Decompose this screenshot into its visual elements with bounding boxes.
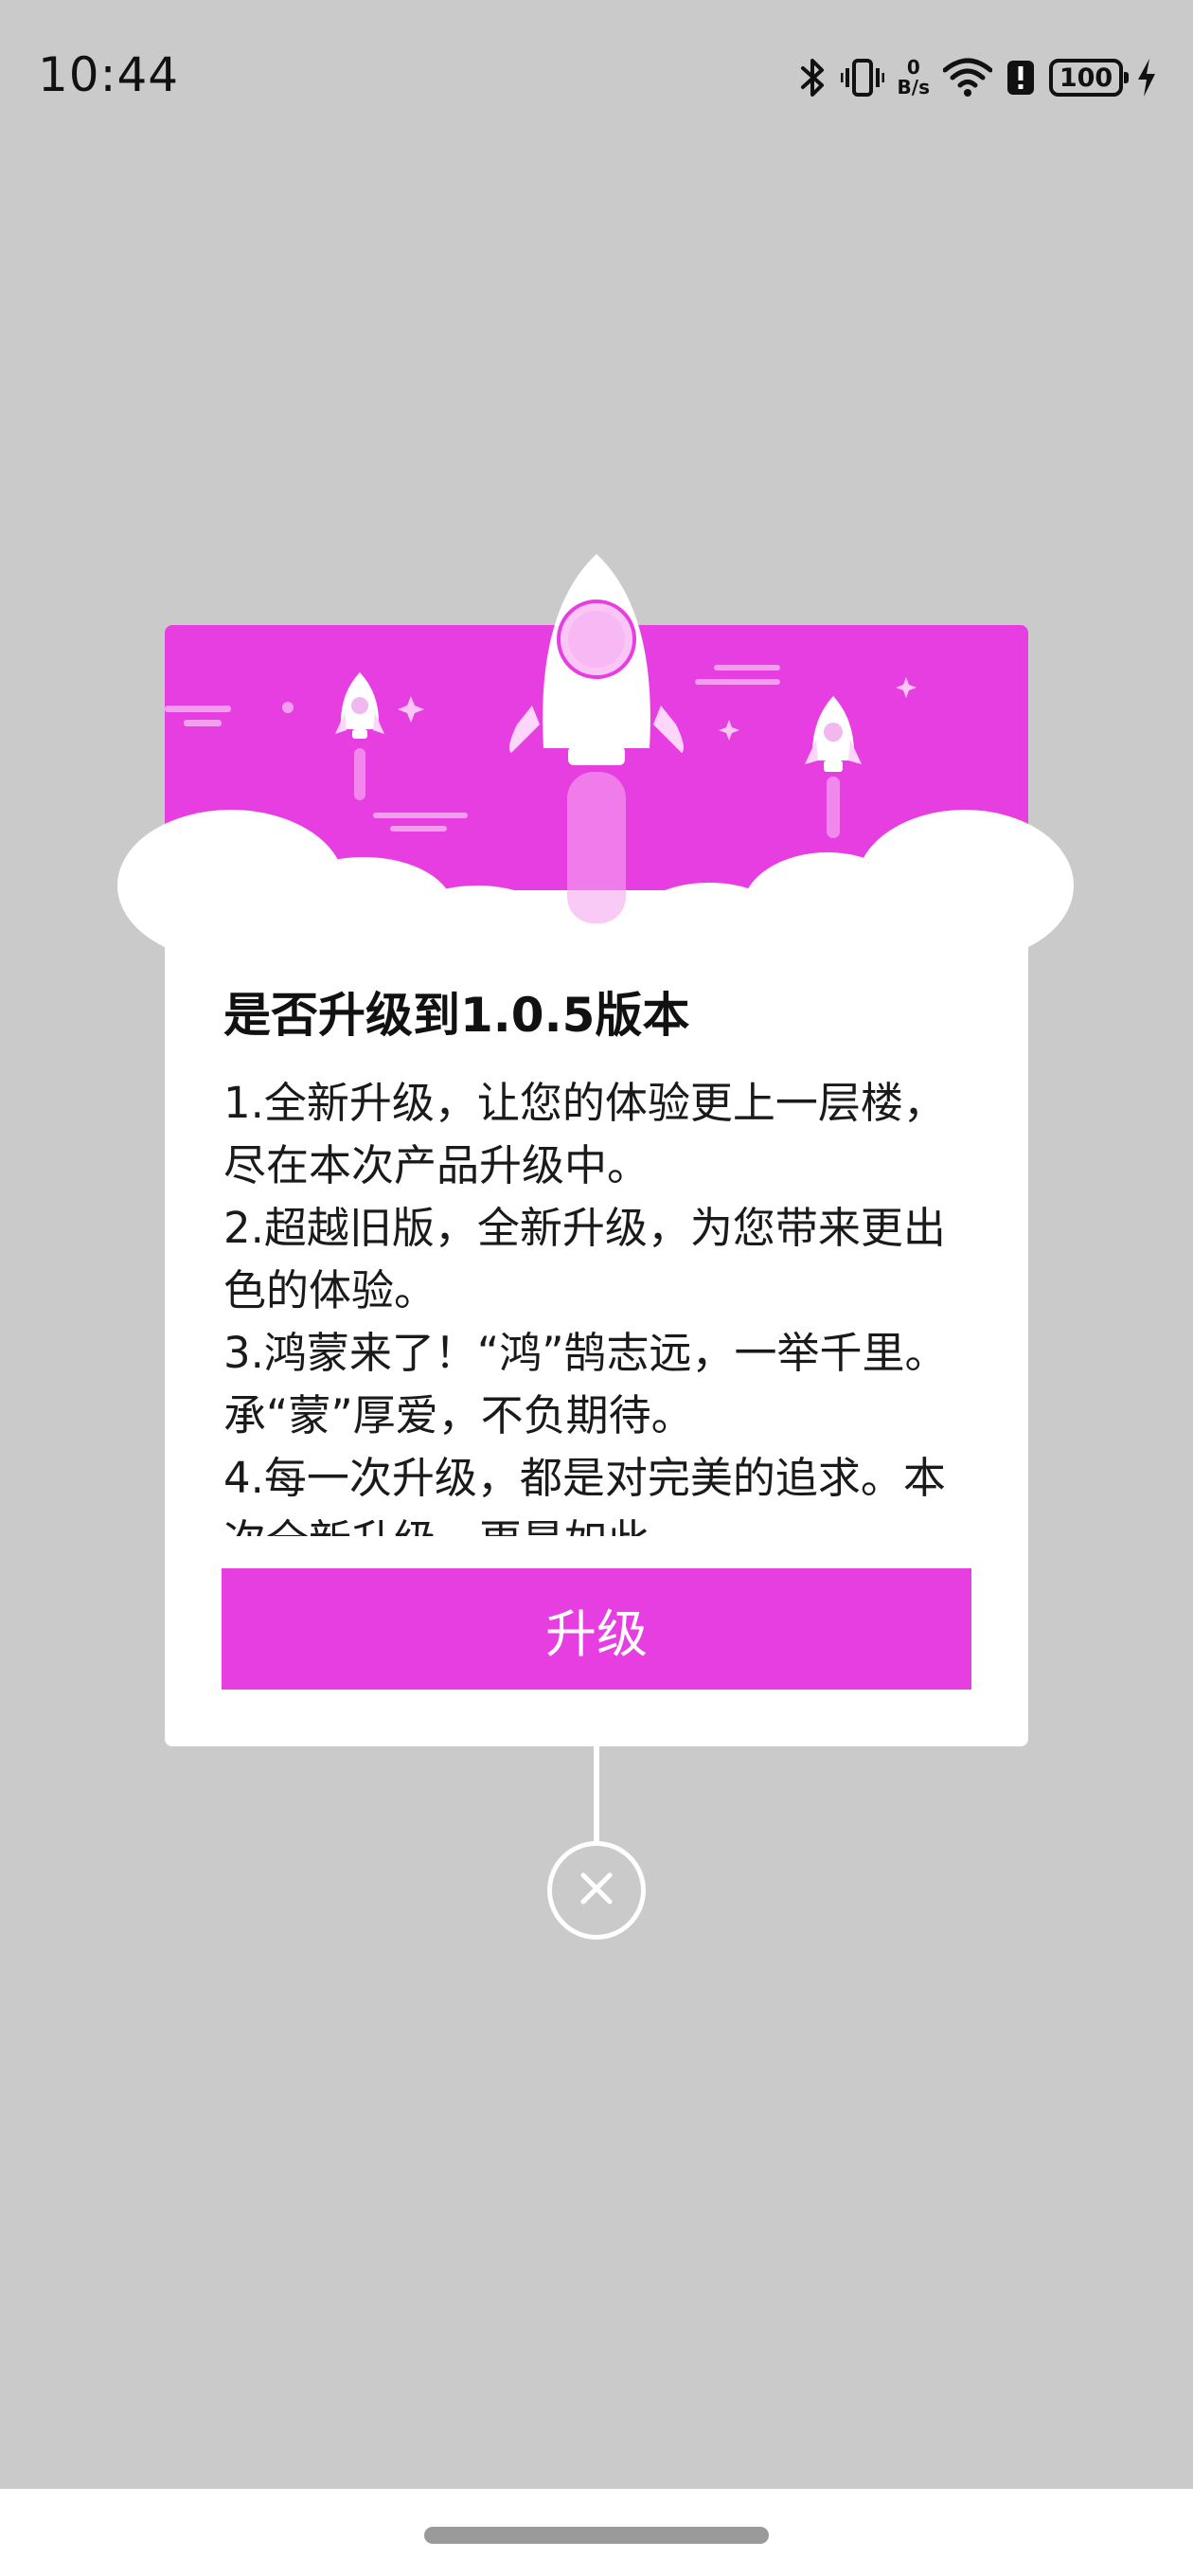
wifi-icon (943, 57, 992, 98)
status-icons: 0 B/s 100 (799, 49, 1157, 106)
alert-icon (1006, 59, 1036, 97)
release-notes[interactable]: 1.全新升级，让您的体验更上一层楼，尽在本次产品升级中。 2.超越旧版，全新升级… (223, 1072, 981, 1536)
release-note-item: 2.超越旧版，全新升级，为您带来更出色的体验。 (223, 1203, 946, 1315)
bluetooth-icon (799, 57, 828, 98)
release-note-item: 1.全新升级，让您的体验更上一层楼，尽在本次产品升级中。 (223, 1078, 946, 1190)
dialog-title: 是否升级到1.0.5版本 (223, 988, 690, 1043)
rocket-header-illustration (117, 554, 1074, 977)
network-speed-unit: B/s (897, 76, 930, 98)
close-connector-line (594, 1746, 599, 1845)
network-speed: 0 B/s (898, 58, 930, 98)
navigation-bar (0, 2489, 1193, 2576)
upgrade-button[interactable]: 升级 (222, 1568, 971, 1690)
home-indicator[interactable] (424, 2527, 769, 2544)
release-note-item: 3.鸿蒙来了！“鸿”鹄志远，一举千里。承“蒙”厚爱，不负期待。 (223, 1328, 948, 1440)
battery-icon: 100 (1049, 59, 1129, 97)
network-speed-value: 0 (906, 56, 920, 79)
battery-level: 100 (1059, 63, 1113, 93)
status-bar: 10:44 0 B/s 100 (0, 0, 1193, 152)
release-note-item: 4.每一次升级，都是对完美的追求。本次全新升级，更是如此。 (223, 1453, 946, 1536)
close-icon (576, 1868, 617, 1913)
status-time: 10:44 (38, 47, 180, 102)
vibrate-icon (840, 57, 884, 98)
close-button[interactable] (547, 1841, 646, 1940)
charging-icon (1136, 57, 1157, 98)
